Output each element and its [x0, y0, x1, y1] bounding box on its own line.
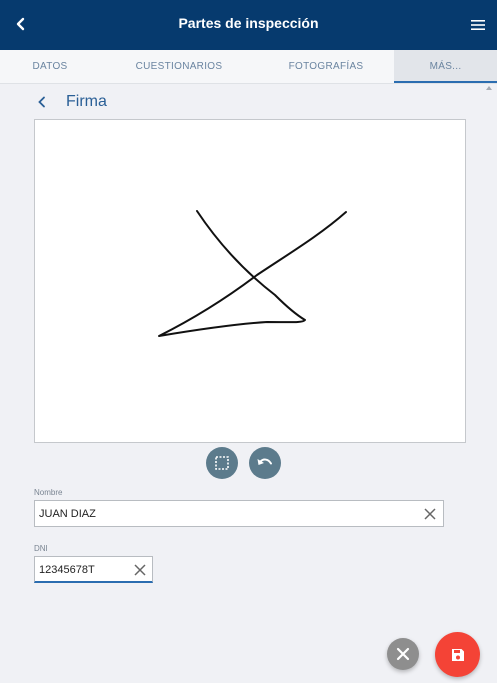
signature-drawing [158, 210, 347, 337]
scroll-up-arrow[interactable] [486, 86, 492, 90]
selection-box-icon [215, 456, 229, 470]
undo-icon [257, 458, 272, 465]
close-icon [424, 508, 436, 520]
nombre-input[interactable] [39, 501, 409, 526]
save-floppy-icon [451, 648, 464, 661]
close-icon [396, 647, 410, 661]
close-icon [134, 564, 146, 576]
dni-input[interactable] [39, 557, 127, 582]
nombre-clear-button[interactable] [423, 507, 437, 521]
dni-field [34, 556, 153, 583]
tab-mas[interactable]: MÁS... [394, 50, 497, 83]
dni-clear-button[interactable] [133, 563, 147, 577]
signature-pad[interactable] [34, 119, 466, 443]
section-back-button[interactable] [36, 94, 48, 115]
tab-datos[interactable]: DATOS [0, 50, 100, 83]
select-area-button[interactable] [206, 447, 238, 479]
chevron-left-icon [38, 96, 45, 108]
menu-button[interactable] [466, 14, 490, 36]
section-title: Firma [66, 93, 107, 110]
hamburger-menu-icon [471, 20, 485, 30]
tab-bar: DATOS CUESTIONARIOS FOTOGRAFÍAS MÁS... [0, 50, 497, 84]
tab-cuestionarios[interactable]: CUESTIONARIOS [100, 50, 258, 83]
save-button[interactable] [435, 632, 480, 677]
undo-button[interactable] [249, 447, 281, 479]
tab-fotografias[interactable]: FOTOGRAFÍAS [258, 50, 394, 83]
nombre-field [34, 500, 444, 527]
nombre-label: Nombre [34, 488, 63, 497]
cancel-button[interactable] [387, 638, 419, 670]
dni-label: DNI [34, 544, 48, 553]
page-title: Partes de inspección [178, 15, 319, 31]
app-header: Partes de inspección [0, 0, 497, 50]
